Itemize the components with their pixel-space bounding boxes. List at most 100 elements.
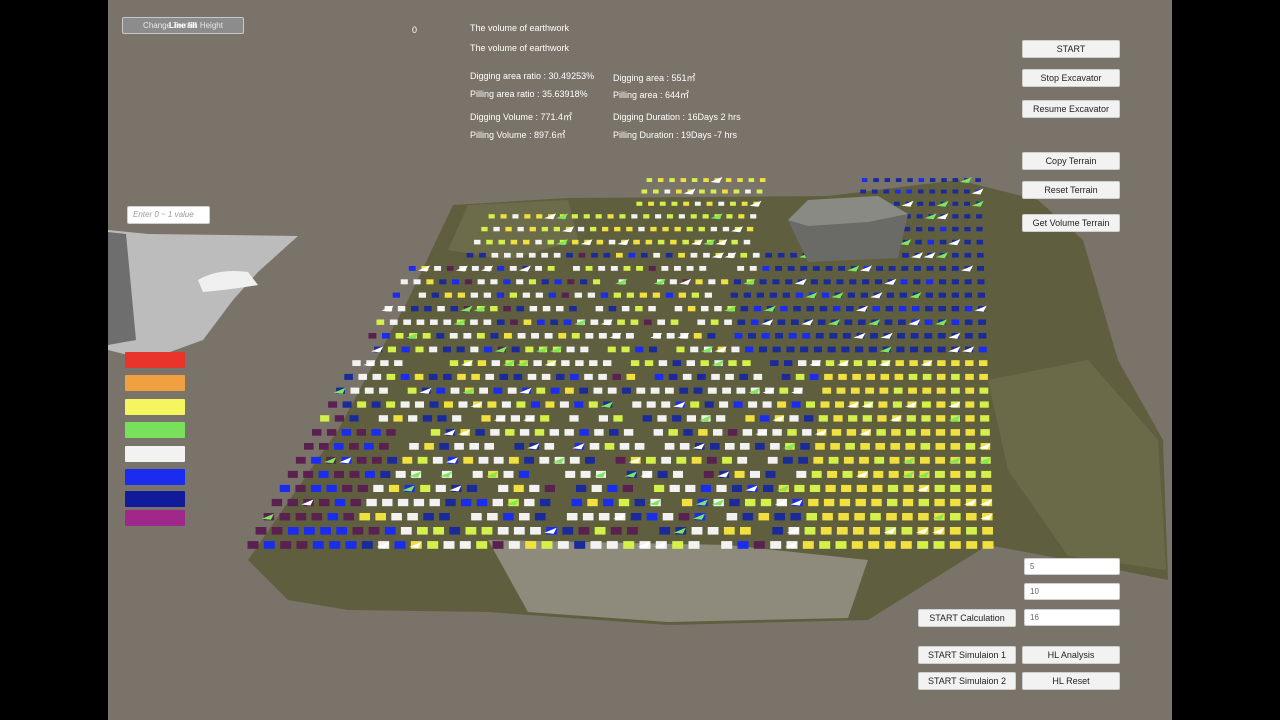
grid-tile (432, 456, 443, 464)
stop-excavator-button[interactable]: Stop Excavator (1022, 69, 1120, 87)
grid-tile (509, 266, 517, 271)
grid-tile (976, 214, 983, 219)
grid-tile (513, 373, 523, 380)
grid-tile (813, 456, 824, 464)
grid-tile (823, 498, 835, 507)
grid-tile (371, 401, 381, 408)
start-simulation-1-button[interactable]: START Simulaion 1 (918, 646, 1016, 664)
grid-tile (598, 373, 607, 380)
grid-tile (287, 470, 298, 478)
grid-tile (808, 498, 819, 507)
start-calculation-button[interactable]: START Calculation (918, 609, 1016, 627)
grid-tile (311, 456, 321, 464)
hl-reset-button[interactable]: HL Reset (1022, 672, 1120, 690)
grid-tile (934, 484, 945, 492)
grid-tile (511, 346, 520, 353)
grid-tile (255, 527, 267, 535)
grid-tile (550, 387, 560, 394)
grid-tile (802, 333, 811, 339)
grid-tile (604, 443, 615, 450)
legend-swatch (125, 469, 185, 485)
grid-tile (644, 360, 654, 366)
grid-tile (352, 360, 361, 366)
grid-tile (588, 401, 598, 408)
grid-tile (898, 319, 906, 325)
grid-tile (445, 498, 456, 507)
grid-tile (503, 306, 511, 312)
grid-tile (394, 360, 403, 366)
digging-area-text: Digging area : 551㎡ (613, 73, 696, 83)
grid-tile (633, 239, 640, 245)
grid-tile (951, 373, 960, 380)
grid-tile (622, 484, 633, 492)
resume-excavator-button[interactable]: Resume Excavator (1022, 100, 1120, 118)
grid-tile (439, 279, 447, 285)
grid-tile (382, 333, 390, 339)
grid-tile (485, 373, 494, 380)
grid-tile (430, 429, 441, 436)
grid-tile (461, 498, 472, 507)
grid-tile (733, 401, 743, 408)
grid-tile (711, 373, 720, 380)
grid-tile (756, 292, 764, 298)
grid-tile (507, 387, 517, 394)
grid-tile (965, 443, 976, 450)
copy-terrain-button[interactable]: Copy Terrain (1022, 152, 1120, 170)
grid-tile (550, 319, 559, 325)
grid-tile (443, 541, 455, 549)
grid-tile (443, 373, 452, 380)
grid-tile (759, 279, 767, 285)
grid-tile (437, 306, 445, 312)
grid-tile (593, 387, 603, 394)
grid-tile (977, 266, 984, 271)
grid-tile (876, 429, 886, 436)
grid-tile (582, 513, 594, 521)
grid-tile (686, 360, 695, 366)
grid-tile (516, 401, 526, 408)
grid-tile (430, 319, 438, 325)
value-input[interactable]: Enter 0 ~ 1 value (127, 206, 210, 224)
grid-tile (855, 498, 866, 507)
viewport[interactable]: Change Terrain Height Line fill 0 The vo… (108, 0, 1172, 720)
grid-tile (607, 484, 618, 492)
grid-tile (964, 201, 970, 206)
grid-tile (481, 415, 491, 422)
grid-tile (621, 306, 630, 312)
start-button[interactable]: START (1022, 40, 1120, 58)
grid-tile (578, 252, 586, 258)
grid-tile (823, 279, 831, 285)
hl-analysis-button[interactable]: HL Analysis (1022, 646, 1120, 664)
grid-tile (627, 527, 638, 535)
grid-tile (690, 401, 700, 408)
grid-tile (966, 527, 977, 535)
param-field-2[interactable]: 10 (1024, 583, 1120, 600)
grid-tile (695, 279, 703, 285)
change-terrain-height-button[interactable]: Change Terrain Height Line fill (122, 17, 244, 34)
get-volume-terrain-button[interactable]: Get Volume Terrain (1022, 214, 1120, 232)
param-field-3[interactable]: 16 (1024, 609, 1120, 626)
grid-tile (529, 306, 538, 312)
grid-tile (535, 513, 546, 521)
grid-tile (935, 443, 946, 450)
legend-swatch (125, 422, 185, 438)
grid-tile (477, 360, 487, 366)
grid-tile (941, 189, 947, 194)
grid-tile (874, 279, 882, 285)
grid-tile (590, 541, 602, 549)
grid-tile (342, 484, 353, 492)
grid-tile (621, 346, 630, 353)
grid-tile (613, 415, 623, 422)
param-field-1[interactable]: 5 (1024, 558, 1120, 575)
grid-tile (784, 360, 793, 366)
grid-tile (722, 456, 732, 464)
grid-tile (386, 373, 396, 380)
grid-tile (509, 456, 519, 464)
grid-tile (636, 387, 646, 394)
start-simulation-2-button[interactable]: START Simulaion 2 (918, 672, 1016, 690)
reset-terrain-button[interactable]: Reset Terrain (1022, 181, 1120, 199)
grid-tile (952, 226, 959, 232)
grid-tile (402, 456, 413, 464)
grid-tile (917, 189, 924, 194)
grid-tile (731, 346, 740, 353)
grid-tile (772, 279, 780, 285)
